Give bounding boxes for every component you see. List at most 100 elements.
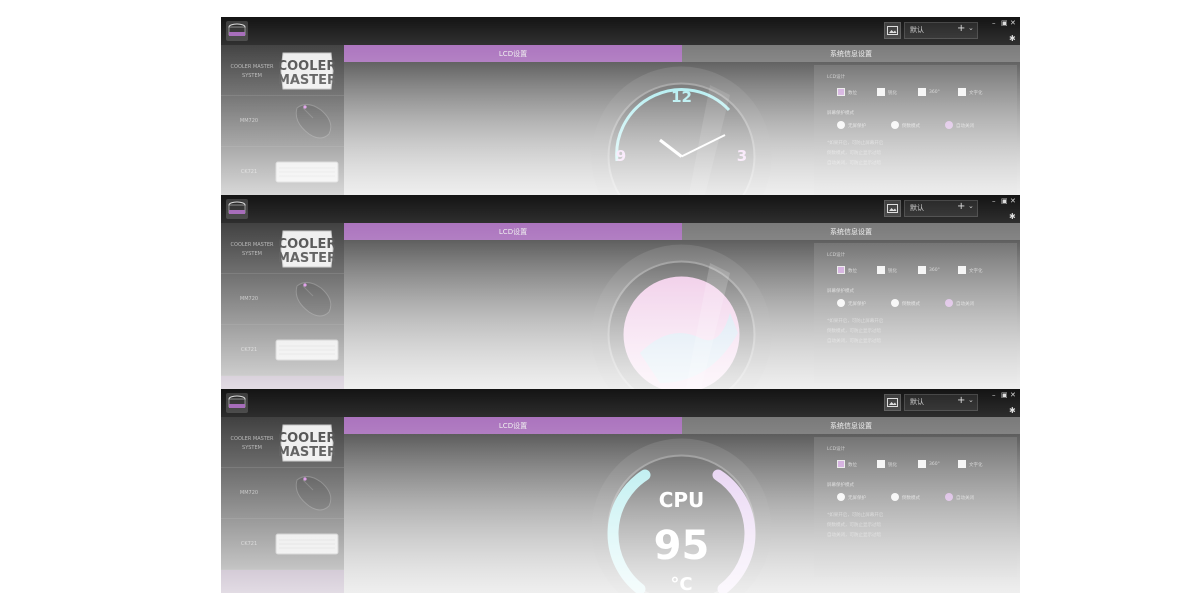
- chevron-down-icon[interactable]: ⌄: [968, 396, 974, 404]
- tab-label: 系统信息设置: [830, 228, 872, 236]
- sidebar-item-case[interactable]: [221, 570, 344, 593]
- profile-image-button[interactable]: [884, 199, 901, 217]
- tab-system-info[interactable]: 系统信息设置: [682, 223, 1020, 240]
- restore-button[interactable]: ▣: [1001, 197, 1008, 205]
- display-option-checkbox[interactable]: [918, 88, 926, 96]
- svg-text:COOLER: COOLER: [279, 59, 335, 74]
- profile-dropdown[interactable]: 默认 + ⌄: [904, 199, 978, 217]
- sidebar-item-label: CK721: [240, 541, 258, 547]
- cpu-value: 95: [654, 523, 710, 569]
- sidebar-item-keyboard[interactable]: CK721: [221, 325, 344, 376]
- hint-line: *如果开启，可防止屏幕开启: [827, 141, 884, 146]
- display-option-checkbox[interactable]: [877, 266, 885, 274]
- display-option-checkbox[interactable]: [837, 88, 845, 96]
- add-profile-button[interactable]: +: [957, 201, 965, 212]
- hint-line: 自动关闭，可防止显示过暗: [827, 533, 881, 538]
- sidebar-item-label: COOLER MASTER SYSTEM: [230, 242, 274, 257]
- profile-name: 默认: [910, 25, 924, 34]
- minimize-button[interactable]: –: [992, 391, 996, 399]
- mode-option-label: 无屏保护: [848, 124, 866, 129]
- display-option-checkbox[interactable]: [958, 88, 966, 96]
- mode-radio[interactable]: [837, 493, 845, 501]
- sidebar-item-keyboard[interactable]: CK721: [221, 147, 344, 195]
- display-option-checkbox[interactable]: [877, 88, 885, 96]
- lcd-preview: [590, 243, 773, 389]
- main-content: LCD设置 系统信息设置 CPU 95 °C LCD设计 数位 锐化 360° 文字…: [344, 417, 1020, 593]
- hint-line: 倒数模式，可防止显示过暗: [827, 151, 881, 156]
- app-logo-icon: [226, 21, 248, 41]
- mode-radio[interactable]: [945, 299, 953, 307]
- mode-radio[interactable]: [891, 299, 899, 307]
- tab-lcd-settings[interactable]: LCD设置: [344, 223, 682, 240]
- mode-radio[interactable]: [837, 121, 845, 129]
- svg-text:COOLER: COOLER: [279, 237, 335, 252]
- display-option-checkbox[interactable]: [837, 266, 845, 274]
- chevron-down-icon[interactable]: ⌄: [968, 24, 974, 32]
- profile-image-button[interactable]: [884, 21, 901, 39]
- display-option-label: 360°: [929, 268, 940, 273]
- tab-lcd-settings[interactable]: LCD设置: [344, 417, 682, 434]
- sidebar-item-system[interactable]: COOLER MASTER SYSTEM COOLER MASTER: [221, 223, 344, 274]
- sidebar-item-keyboard[interactable]: CK721: [221, 519, 344, 570]
- minimize-button[interactable]: –: [992, 197, 996, 205]
- display-option-checkbox[interactable]: [958, 266, 966, 274]
- svg-text:COOLER: COOLER: [279, 431, 335, 446]
- image-icon: [887, 397, 898, 407]
- profile-image-button[interactable]: [884, 393, 901, 411]
- tab-label: LCD设置: [498, 228, 528, 236]
- lcd-display-cpu: CPU 95 °C: [591, 438, 772, 593]
- display-option-checkbox[interactable]: [918, 266, 926, 274]
- lcd-preview: CPU 95 °C: [590, 437, 773, 593]
- device-sidebar: COOLER MASTER SYSTEM COOLER MASTER MM720…: [221, 45, 344, 195]
- image-icon: [887, 25, 898, 35]
- hint-line: 自动关闭，可防止显示过暗: [827, 339, 881, 344]
- close-button[interactable]: ✕: [1010, 197, 1016, 205]
- mode-radio[interactable]: [945, 493, 953, 501]
- display-option-checkbox[interactable]: [837, 460, 845, 468]
- sidebar-item-label: CK721: [240, 169, 258, 175]
- tab-lcd-settings[interactable]: LCD设置: [344, 45, 682, 62]
- profile-selector: 默认 + ⌄: [884, 199, 980, 217]
- main-content: LCD设置 系统信息设置 LCD设计 数位 锐化 360° 文字化 屏幕保护模式…: [344, 223, 1020, 389]
- mouse-icon: [295, 476, 332, 511]
- lcd-settings-panel: LCD设计 数位 锐化 360° 文字化 屏幕保护模式 无屏保护 倒数模式 自动…: [814, 65, 1017, 195]
- mode-radio[interactable]: [891, 121, 899, 129]
- clock-number: 9: [616, 147, 626, 165]
- title-bar: 默认 + ⌄ – ▣ ✕ ✱: [221, 389, 1020, 417]
- panel-title: LCD设计: [827, 447, 846, 452]
- tab-system-info[interactable]: 系统信息设置: [682, 417, 1020, 434]
- close-button[interactable]: ✕: [1010, 19, 1016, 27]
- profile-dropdown[interactable]: 默认 + ⌄: [904, 21, 978, 39]
- chevron-down-icon[interactable]: ⌄: [968, 202, 974, 210]
- close-button[interactable]: ✕: [1010, 391, 1016, 399]
- sidebar-item-system[interactable]: COOLER MASTER SYSTEM COOLER MASTER: [221, 45, 344, 96]
- profile-selector: 默认 + ⌄: [884, 21, 980, 39]
- profile-dropdown[interactable]: 默认 + ⌄: [904, 393, 978, 411]
- mode-title: 屏幕保护模式: [827, 483, 854, 488]
- sidebar-item-mouse[interactable]: MM720: [221, 468, 344, 519]
- display-option-checkbox[interactable]: [877, 460, 885, 468]
- restore-button[interactable]: ▣: [1001, 391, 1008, 399]
- display-option-checkbox[interactable]: [958, 460, 966, 468]
- mode-radio[interactable]: [945, 121, 953, 129]
- keyboard-icon: [275, 161, 339, 183]
- tab-system-info[interactable]: 系统信息设置: [682, 45, 1020, 62]
- mode-option-label: 倒数模式: [902, 496, 920, 501]
- settings-icon[interactable]: ✱: [1009, 406, 1016, 415]
- sidebar-item-case[interactable]: [221, 376, 344, 389]
- add-profile-button[interactable]: +: [957, 23, 965, 34]
- add-profile-button[interactable]: +: [957, 395, 965, 406]
- settings-icon[interactable]: ✱: [1009, 34, 1016, 43]
- mode-radio[interactable]: [891, 493, 899, 501]
- sidebar-item-mouse[interactable]: MM720: [221, 96, 344, 147]
- device-sidebar: COOLER MASTER SYSTEM COOLER MASTER MM720…: [221, 417, 344, 593]
- sidebar-item-system[interactable]: COOLER MASTER SYSTEM COOLER MASTER: [221, 417, 344, 468]
- mode-radio[interactable]: [837, 299, 845, 307]
- settings-icon[interactable]: ✱: [1009, 212, 1016, 221]
- hint-line: *如果开启，可防止屏幕开启: [827, 319, 884, 324]
- minimize-button[interactable]: –: [992, 19, 996, 27]
- display-option-checkbox[interactable]: [918, 460, 926, 468]
- device-sidebar: COOLER MASTER SYSTEM COOLER MASTER MM720…: [221, 223, 344, 389]
- restore-button[interactable]: ▣: [1001, 19, 1008, 27]
- sidebar-item-mouse[interactable]: MM720: [221, 274, 344, 325]
